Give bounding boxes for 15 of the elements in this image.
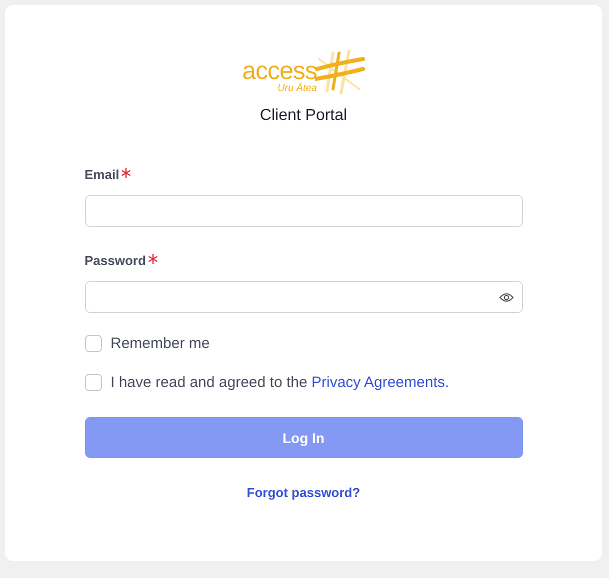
email-field[interactable] — [84, 195, 522, 227]
field-label: Password — [84, 253, 146, 268]
checkbox[interactable] — [84, 374, 102, 391]
hash-sun-icon — [314, 49, 365, 95]
checkbox-label: Remember me — [110, 335, 210, 352]
logo-wordmark: access — [242, 59, 317, 83]
logo-tagline: Uru Ātea — [277, 83, 317, 95]
checkbox[interactable] — [84, 335, 102, 352]
field-label: Email — [84, 167, 120, 182]
privacy-agreements-link[interactable]: Privacy Agreements. — [311, 374, 450, 391]
checkbox-label: I have read and agreed to the Privacy Agreements. — [110, 374, 450, 391]
portal-title: Client Portal — [260, 107, 348, 125]
forgot-password-link[interactable]: Forgot password? — [246, 485, 360, 500]
password-field[interactable] — [84, 281, 522, 313]
eye-icon[interactable] — [498, 292, 514, 302]
